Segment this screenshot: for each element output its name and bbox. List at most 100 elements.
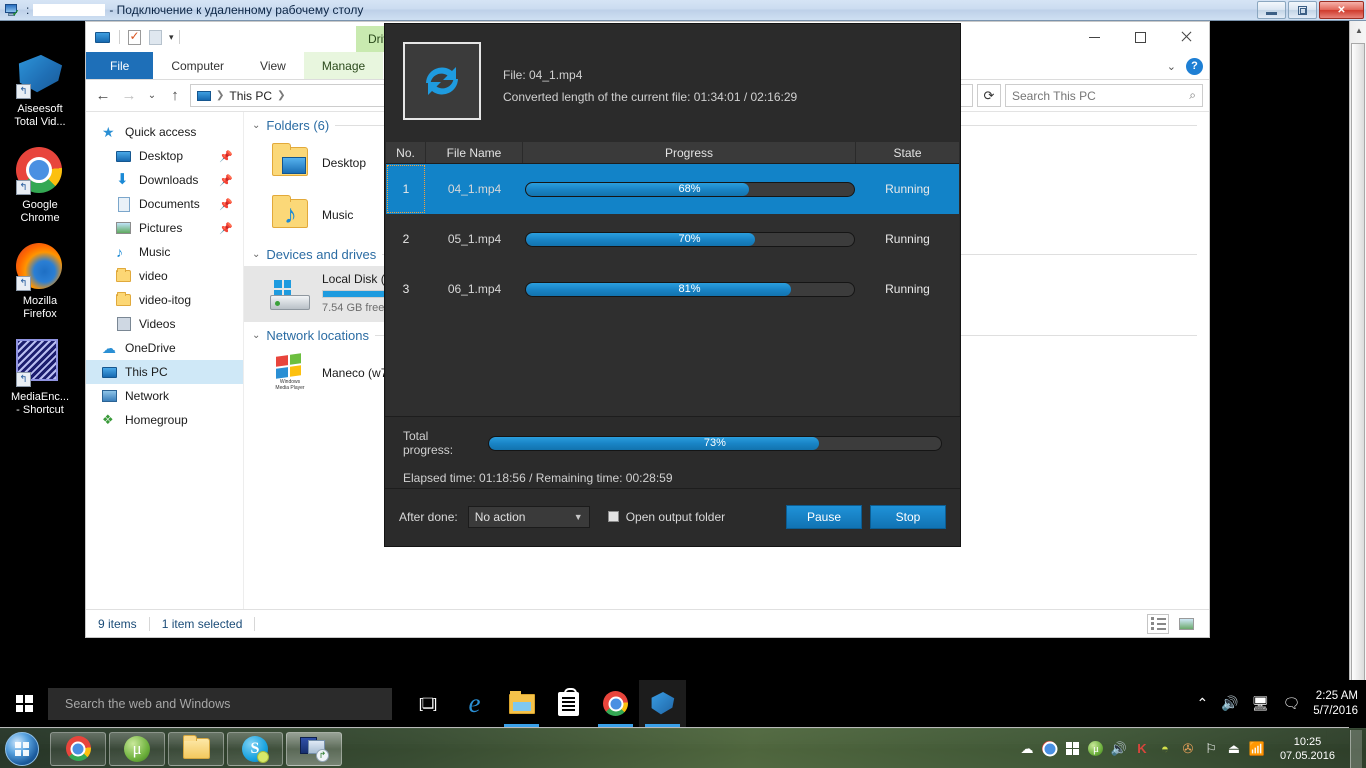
sound-mixer-icon[interactable]: ✇ [1180, 741, 1196, 757]
flag-icon[interactable]: ⚐ [1203, 741, 1219, 757]
start-button[interactable] [0, 680, 48, 727]
taskbar-item-file-explorer[interactable] [168, 731, 224, 766]
safely-remove-icon[interactable]: ⏏ [1226, 741, 1242, 757]
open-output-folder-label: Open output folder [625, 509, 726, 524]
desktop-icon-mozilla-firefox[interactable]: ↰ Mozilla Firefox [0, 243, 80, 321]
remote-desktop-icon: ↱ [299, 736, 329, 762]
taskbar-item-store[interactable] [545, 680, 592, 727]
taskbar-item-remote-desktop[interactable]: ↱ [286, 731, 342, 766]
sidebar-item-onedrive[interactable]: ☁ OneDrive [86, 336, 243, 360]
details-view-button[interactable] [1147, 613, 1169, 634]
start-button[interactable] [0, 731, 44, 767]
show-hidden-icons-icon[interactable]: ⌃ [1197, 695, 1209, 712]
scroll-up-icon[interactable]: ▲ [1355, 26, 1363, 35]
sidebar-item-downloads[interactable]: ⬇ Downloads 📌 [86, 168, 243, 192]
pin-icon[interactable]: 📌 [219, 174, 233, 187]
volume-icon[interactable]: 🔊 [1221, 695, 1238, 712]
taskbar-item-chrome[interactable] [50, 731, 106, 766]
taskbar-item-aiseesoft[interactable] [639, 680, 686, 727]
explorer-maximize-button[interactable] [1117, 22, 1163, 52]
pause-button[interactable]: Pause [786, 504, 862, 529]
up-button[interactable]: ↑ [164, 85, 186, 107]
sidebar-item-documents[interactable]: Documents 📌 [86, 192, 243, 216]
chevron-down-icon[interactable]: ⌄ [1167, 60, 1176, 73]
pin-icon[interactable]: 📌 [219, 198, 233, 211]
sidebar-item-music[interactable]: ♪ Music [86, 240, 243, 264]
breadcrumb-this-pc[interactable]: This PC [229, 89, 272, 103]
rdp-minimize-button[interactable] [1257, 1, 1286, 19]
sidebar-item-video-itog[interactable]: video-itog [86, 288, 243, 312]
vertical-scrollbar[interactable]: ▲ ▼ [1349, 21, 1366, 727]
chevron-down-icon[interactable]: ▾ [169, 32, 174, 43]
table-row[interactable]: 2 05_1.mp4 70% Running [386, 214, 959, 264]
pin-icon[interactable]: 📌 [219, 222, 233, 235]
search-input[interactable]: Search This PC ⌕ [1005, 84, 1203, 107]
recent-locations-icon[interactable]: ⌄ [144, 85, 160, 107]
sidebar-item-this-pc[interactable]: This PC [86, 360, 243, 384]
tab-computer[interactable]: Computer [153, 52, 242, 79]
chevron-down-icon[interactable]: ⌄ [252, 120, 260, 131]
clock-date: 5/7/2016 [1313, 704, 1358, 717]
task-view-button[interactable]: [❑] [404, 680, 451, 727]
help-icon[interactable]: ? [1186, 57, 1203, 75]
taskbar-item-utorrent[interactable]: μ [109, 731, 165, 766]
open-output-folder-checkbox[interactable]: Open output folder [607, 509, 726, 524]
task-view-icon: [❑] [418, 695, 437, 711]
sidebar-item-homegroup[interactable]: ❖ Homegroup [86, 408, 243, 432]
table-row[interactable]: 3 06_1.mp4 81% Running [386, 264, 959, 314]
taskbar-item-file-explorer[interactable] [498, 680, 545, 727]
desktop-icon-google-chrome[interactable]: ↰ Google Chrome [0, 147, 80, 225]
music-note-icon: ♪ [116, 244, 123, 260]
action-center-icon[interactable]: 🗨 [1282, 695, 1300, 712]
sidebar-item-network[interactable]: Network [86, 384, 243, 408]
show-desktop-button[interactable] [1350, 729, 1362, 768]
after-done-select[interactable]: No action ▼ [467, 505, 590, 528]
rdp-close-button[interactable]: ✕ [1319, 1, 1364, 19]
stop-button[interactable]: Stop [870, 504, 946, 529]
explorer-minimize-button[interactable] [1071, 22, 1117, 52]
pin-icon[interactable]: 📌 [219, 150, 233, 163]
network-icon[interactable]: 📶 [1249, 741, 1265, 757]
row-progress: 68% [523, 164, 856, 214]
tab-manage[interactable]: Manage [303, 52, 384, 79]
sidebar-item-desktop[interactable]: Desktop 📌 [86, 144, 243, 168]
kaspersky-icon[interactable]: K [1134, 741, 1150, 757]
taskbar-item-edge[interactable]: e [451, 680, 498, 727]
refresh-icon[interactable]: ⟳ [977, 84, 1001, 107]
windows-icon[interactable] [1065, 741, 1081, 757]
sidebar-item-pictures[interactable]: Pictures 📌 [86, 216, 243, 240]
row-state: Running [885, 282, 930, 296]
lemon-icon[interactable]: ◓ [1157, 741, 1173, 757]
taskbar-item-chrome[interactable] [592, 680, 639, 727]
sidebar-item-videos[interactable]: Videos [86, 312, 243, 336]
this-pc-icon[interactable] [93, 28, 111, 46]
dropbox-icon[interactable]: ☁ [1019, 741, 1035, 757]
large-icons-view-button[interactable] [1175, 614, 1197, 634]
scrollbar-thumb[interactable] [1351, 43, 1365, 705]
network-icon[interactable]: 🖥 [1252, 695, 1270, 712]
utorrent-icon[interactable]: μ [1088, 741, 1104, 757]
search-input[interactable]: Search the web and Windows [48, 687, 392, 720]
forward-button[interactable]: → [118, 85, 140, 107]
host-system-tray: ☁ μ 🔊 K ◓ ✇ ⚐ ⏏ 📶 10:25 07.05.2016 [1019, 729, 1366, 768]
tab-file[interactable]: File [86, 52, 154, 79]
host-clock[interactable]: 10:25 07.05.2016 [1272, 735, 1343, 763]
checkbox-box[interactable] [607, 511, 619, 522]
volume-icon[interactable]: 🔊 [1111, 741, 1127, 757]
chevron-down-icon[interactable]: ⌄ [252, 249, 260, 260]
desktop-icon-aiseesoft[interactable]: ↰ Aiseesoft Total Vid... [0, 51, 80, 129]
guest-clock[interactable]: 2:25 AM 5/7/2016 [1313, 689, 1358, 719]
chrome-icon[interactable] [1042, 741, 1058, 757]
sidebar-item-quick-access[interactable]: ★ Quick access [86, 120, 243, 144]
chevron-down-icon[interactable]: ⌄ [252, 330, 260, 341]
explorer-close-button[interactable] [1163, 22, 1209, 52]
table-row[interactable]: 1 04_1.mp4 68% Running [386, 164, 959, 214]
new-folder-icon[interactable] [146, 28, 164, 46]
desktop-icon-mediaencoder[interactable]: ↰ MediaEnc... - Shortcut [0, 339, 80, 417]
back-button[interactable]: ← [92, 85, 114, 107]
tab-view[interactable]: View [242, 52, 304, 79]
sidebar-item-video[interactable]: video [86, 264, 243, 288]
taskbar-item-skype[interactable]: S [227, 731, 283, 766]
properties-icon[interactable] [125, 28, 143, 46]
rdp-restore-button[interactable] [1288, 1, 1317, 19]
